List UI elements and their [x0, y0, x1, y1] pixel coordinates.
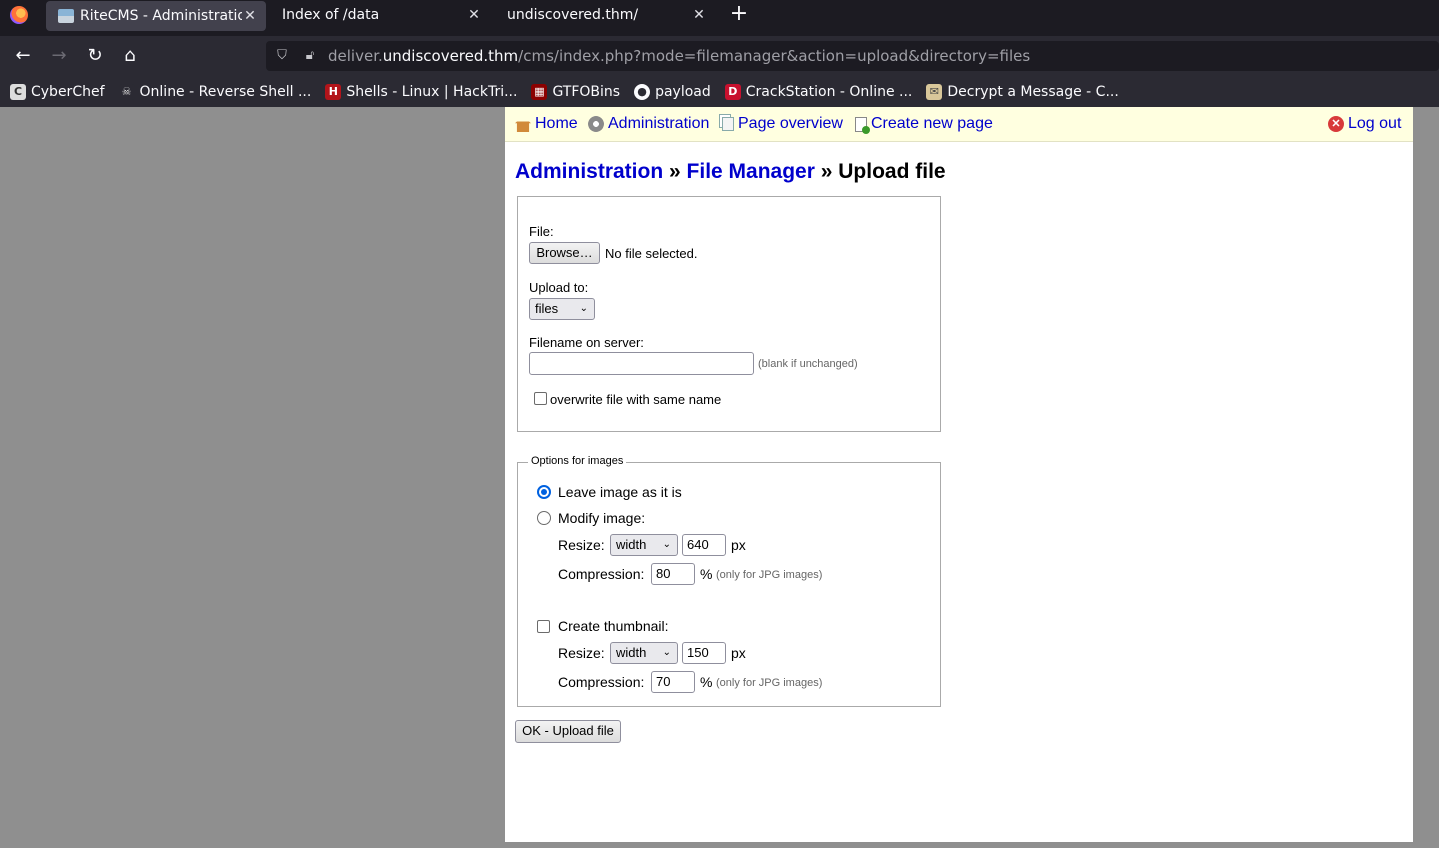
- admin-top-nav: Home Administration Page overview Create…: [505, 107, 1413, 142]
- navigation-toolbar: ← → ↻ ⌂ ⛉ 🔓︎ deliver.undiscovered.thm/cm…: [0, 36, 1439, 76]
- jpg-hint: (only for JPG images): [716, 569, 823, 581]
- breadcrumb-administration[interactable]: Administration: [515, 160, 663, 183]
- resize-label: Resize:: [558, 537, 605, 553]
- chevron-down-icon: ⌄: [662, 647, 671, 658]
- bookmark-reverse-shell[interactable]: ☠ Online - Reverse Shell ...: [118, 83, 311, 100]
- tab-index-data[interactable]: Index of /data ✕: [270, 0, 490, 30]
- create-thumbnail-checkbox[interactable]: [537, 620, 550, 633]
- bookmark-cyberchef[interactable]: C CyberChef: [10, 83, 105, 100]
- back-button[interactable]: ←: [11, 44, 35, 68]
- nav-page-overview[interactable]: Page overview: [719, 115, 843, 133]
- upload-to-label: Upload to:: [529, 280, 589, 295]
- nav-logout[interactable]: ✕ Log out: [1328, 115, 1401, 133]
- upload-form-box: File: Browse… No file selected. Upload t…: [517, 196, 941, 432]
- modify-image-radio[interactable]: [537, 511, 551, 525]
- logout-icon: ✕: [1328, 116, 1344, 132]
- nav-administration[interactable]: Administration: [588, 115, 709, 133]
- thumb-percent-unit: %: [700, 674, 713, 690]
- home-button[interactable]: ⌂: [118, 44, 142, 68]
- breadcrumb-file-manager[interactable]: File Manager: [687, 160, 815, 183]
- upload-submit-button[interactable]: OK - Upload file: [515, 720, 621, 743]
- url-bar[interactable]: ⛉ 🔓︎ deliver.undiscovered.thm/cms/index.…: [266, 41, 1439, 71]
- tab-ritecms[interactable]: RiteCMS - Administration ✕: [46, 1, 266, 31]
- no-file-selected-text: No file selected.: [605, 246, 698, 261]
- tab-bar: RiteCMS - Administration ✕ Index of /dat…: [0, 0, 1439, 36]
- url-text[interactable]: deliver.undiscovered.thm/cms/index.php?m…: [328, 47, 1030, 65]
- nav-create-new-page[interactable]: Create new page: [855, 115, 993, 134]
- nav-logout-link[interactable]: Log out: [1348, 115, 1401, 133]
- new-tab-button[interactable]: +: [728, 2, 750, 28]
- bookmark-gtfobins[interactable]: ▦ GTFOBins: [531, 83, 620, 100]
- thumb-resize-mode-select[interactable]: width ⌄: [610, 642, 678, 664]
- close-icon[interactable]: ✕: [691, 7, 707, 23]
- gear-icon: [588, 116, 604, 132]
- new-page-icon: [855, 116, 870, 134]
- leave-image-radio[interactable]: [537, 485, 551, 499]
- filename-input[interactable]: [529, 352, 754, 375]
- bookmark-payload[interactable]: ● payload: [634, 83, 711, 100]
- compression-label: Compression:: [558, 566, 645, 582]
- thumb-px-unit: px: [731, 645, 746, 661]
- chef-icon: C: [10, 83, 26, 100]
- decrypt-icon: ✉: [926, 83, 943, 100]
- leave-image-label: Leave image as it is: [558, 484, 682, 500]
- cms-page: Home Administration Page overview Create…: [505, 107, 1413, 842]
- page-title: Administration » File Manager » Upload f…: [515, 160, 946, 183]
- upload-to-select[interactable]: files ⌄: [529, 298, 595, 320]
- compression-input[interactable]: 80: [651, 563, 695, 585]
- percent-unit: %: [700, 566, 713, 582]
- tab-title: Index of /data: [282, 7, 380, 23]
- firefox-icon[interactable]: [10, 6, 28, 24]
- file-label: File:: [529, 224, 554, 239]
- close-icon[interactable]: ✕: [466, 7, 482, 23]
- hacktricks-icon: H: [325, 83, 342, 100]
- modify-image-label: Modify image:: [558, 510, 646, 526]
- image-options-legend: Options for images: [528, 455, 627, 467]
- pages-icon: [722, 117, 734, 131]
- home-icon: [515, 116, 531, 132]
- nav-page-overview-link[interactable]: Page overview: [738, 115, 843, 133]
- thumb-compression-label: Compression:: [558, 674, 645, 690]
- bookmark-crackstation[interactable]: D CrackStation - Online ...: [724, 83, 912, 100]
- nav-administration-link[interactable]: Administration: [608, 115, 709, 133]
- resize-value-input[interactable]: 640: [682, 534, 726, 556]
- github-icon: ●: [634, 83, 651, 100]
- thumb-jpg-hint: (only for JPG images): [716, 677, 823, 689]
- tab-title: undiscovered.thm/: [507, 7, 639, 23]
- browse-button[interactable]: Browse…: [529, 242, 600, 264]
- close-icon[interactable]: ✕: [242, 8, 258, 24]
- skull-icon: ☠: [118, 83, 135, 100]
- ritecms-favicon-icon: [58, 9, 74, 23]
- create-thumbnail-label: Create thumbnail:: [558, 618, 669, 634]
- chevron-down-icon: ⌄: [579, 303, 588, 314]
- bookmarks-toolbar: C CyberChef ☠ Online - Reverse Shell ... H…: [0, 76, 1439, 107]
- chevron-down-icon: ⌄: [662, 539, 671, 550]
- overwrite-checkbox[interactable]: [534, 392, 547, 405]
- nav-create-new-page-link[interactable]: Create new page: [871, 115, 993, 133]
- breadcrumb-current: Upload file: [838, 160, 946, 183]
- filename-hint: (blank if unchanged): [758, 358, 858, 370]
- nav-home[interactable]: Home: [515, 115, 578, 133]
- bookmark-hacktricks[interactable]: H Shells - Linux | HackTri...: [325, 83, 517, 100]
- thumb-resize-value-input[interactable]: 150: [682, 642, 726, 664]
- thumb-resize-label: Resize:: [558, 645, 605, 661]
- forward-button[interactable]: →: [47, 44, 71, 68]
- gtfobins-icon: ▦: [531, 83, 548, 100]
- px-unit: px: [731, 537, 746, 553]
- shield-icon[interactable]: ⛉: [274, 48, 290, 64]
- thumb-compression-input[interactable]: 70: [651, 671, 695, 693]
- resize-mode-select[interactable]: width ⌄: [610, 534, 678, 556]
- filename-label: Filename on server:: [529, 335, 644, 350]
- tab-undiscovered[interactable]: undiscovered.thm/ ✕: [495, 0, 715, 30]
- bookmark-decrypt[interactable]: ✉ Decrypt a Message - C...: [926, 83, 1119, 100]
- lock-icon[interactable]: 🔓︎: [302, 48, 318, 64]
- image-options-fieldset: Options for images Leave image as it is …: [517, 455, 941, 707]
- crackstation-icon: D: [724, 83, 741, 100]
- tab-title: RiteCMS - Administration: [80, 8, 242, 24]
- nav-home-link[interactable]: Home: [535, 115, 578, 133]
- reload-button[interactable]: ↻: [83, 44, 107, 68]
- overwrite-label: overwrite file with same name: [550, 392, 722, 407]
